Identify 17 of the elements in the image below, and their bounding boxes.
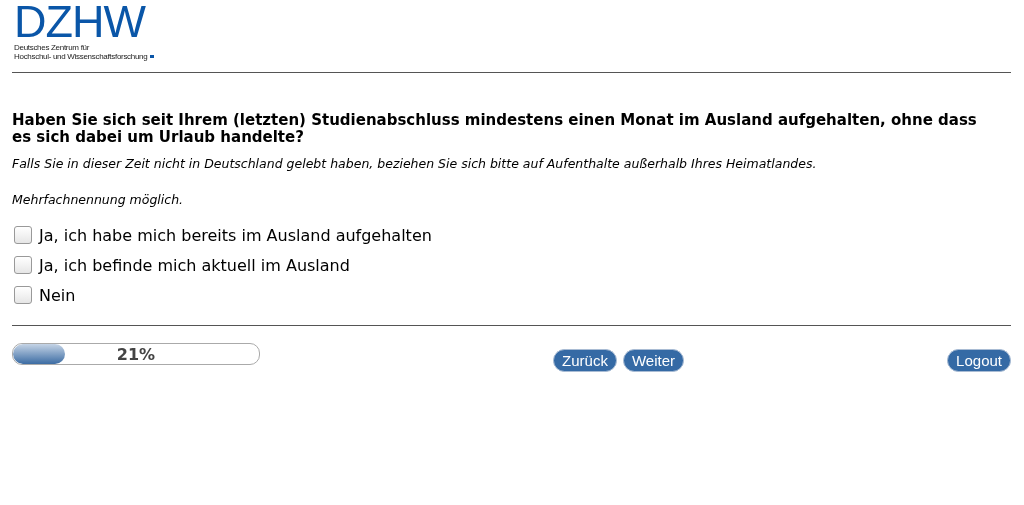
logo-subtitle: Deutsches Zentrum für: [14, 43, 90, 52]
question-instruction: Mehrfachnennung möglich.: [12, 192, 185, 207]
checkbox[interactable]: [14, 286, 32, 304]
option-label[interactable]: Nein: [39, 285, 76, 305]
square-icon: [150, 55, 155, 58]
option-label[interactable]: Ja, ich befinde mich aktuell im Ausland: [39, 255, 350, 275]
checkbox[interactable]: [14, 226, 32, 244]
logout-button[interactable]: Logout: [947, 349, 1011, 372]
nav-button[interactable]: Weiter: [622, 349, 684, 372]
progress-reading: 21%: [116, 344, 156, 364]
logo-subtitle: Hochschul- und Wissenschaftsforschung: [14, 52, 155, 61]
logo-wordmark: DZHW: [14, 4, 145, 40]
option-label[interactable]: Ja, ich habe mich bereits im Ausland aufgehalten: [39, 225, 432, 245]
nav-button[interactable]: Zurück: [553, 349, 617, 372]
question-title: Haben Sie sich seit Ihrem (letzten) Studienabschluss mindestens einen Monat im Ausland aufgehalten, ohne dass es sich dabei um Urlaub handelte?: [12, 112, 978, 146]
checkbox[interactable]: [14, 256, 32, 274]
question-hint: Falls Sie in dieser Zeit nicht in Deutschland gelebt haben, beziehen Sie sich bitte auf Aufenthalte außerhalb Ihres Heimatlandes.: [12, 156, 818, 171]
